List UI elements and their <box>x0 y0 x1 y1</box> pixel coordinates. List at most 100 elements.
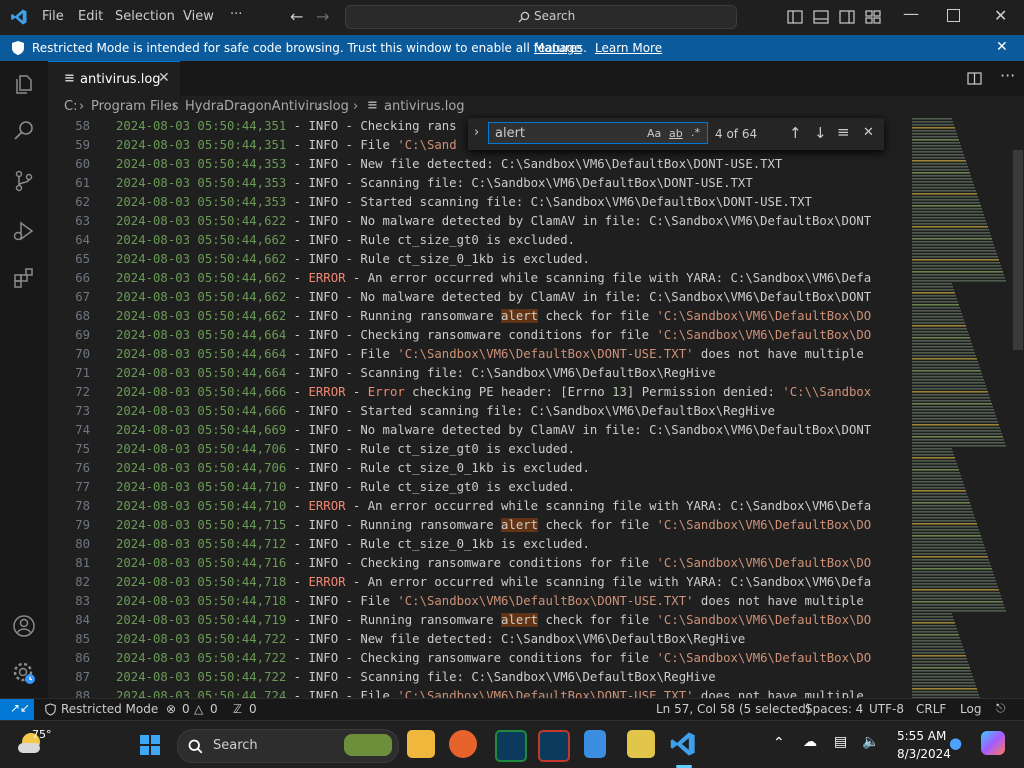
learn-more-link[interactable]: Learn More <box>595 41 662 55</box>
next-match-arrow-icon[interactable]: ↓ <box>814 124 827 142</box>
windows-start-icon[interactable] <box>139 734 161 756</box>
clock-date[interactable]: 8/3/2024 <box>897 747 951 761</box>
line-number: 71 <box>75 366 90 380</box>
breadcrumb-drive[interactable]: C: <box>64 99 77 114</box>
language-mode[interactable]: Log <box>960 702 981 716</box>
close-tab-icon[interactable]: ✕ <box>158 70 170 86</box>
notification-bell-icon[interactable]: ● <box>949 734 962 752</box>
find-query: alert <box>495 126 526 141</box>
search-sidebar-icon[interactable] <box>12 119 36 143</box>
breadcrumb-file[interactable]: antivirus.log <box>384 99 465 114</box>
code-line: 82 2024-08-03 05:50:44,718 - ERROR - An e… <box>48 573 908 592</box>
notepad-plus-icon[interactable] <box>627 730 655 758</box>
close-window-icon[interactable]: ✕ <box>994 6 1007 25</box>
restricted-mode-banner: Restricted Mode is intended for safe cod… <box>0 35 1024 61</box>
source-control-icon[interactable] <box>12 169 36 193</box>
restricted-mode-status[interactable]: Restricted Mode <box>61 702 158 716</box>
hydradragon-app-2-icon[interactable] <box>538 730 570 762</box>
hydradragon-app-icon[interactable] <box>495 730 527 762</box>
manage-gear-icon[interactable] <box>12 661 36 685</box>
line-text: 2024-08-03 05:50:44,664 - INFO - Scannin… <box>116 366 716 380</box>
split-editor-icon[interactable] <box>967 72 982 85</box>
close-find-icon[interactable]: ✕ <box>863 125 874 140</box>
explorer-icon[interactable] <box>12 73 36 97</box>
accounts-icon[interactable] <box>12 614 36 638</box>
code-line: 75 2024-08-03 05:50:44,706 - INFO - Rule … <box>48 440 908 459</box>
line-text: 2024-08-03 05:50:44,666 - ERROR - Error … <box>116 385 872 399</box>
match-case-toggle[interactable]: Aa <box>647 127 661 140</box>
find-in-selection-icon[interactable]: ≡ <box>837 123 850 141</box>
menu-view[interactable]: View <box>183 9 214 24</box>
back-arrow-icon[interactable]: ← <box>290 7 303 26</box>
clock-time[interactable]: 5:55 AM <box>897 729 946 743</box>
minimap[interactable] <box>908 118 1012 698</box>
maximize-icon[interactable] <box>947 9 960 22</box>
line-text: 2024-08-03 05:50:44,715 - INFO - Running… <box>116 518 872 532</box>
forward-arrow-icon[interactable]: → <box>316 7 329 26</box>
line-ending[interactable]: CRLF <box>916 702 946 716</box>
line-number: 79 <box>75 518 90 532</box>
toggle-secondary-sidebar-icon[interactable] <box>839 10 855 24</box>
warning-count[interactable]: 0 <box>210 702 218 716</box>
remote-indicator[interactable]: ↗↙ <box>0 699 34 720</box>
vertical-scrollbar[interactable] <box>1012 118 1024 698</box>
minimize-icon[interactable]: — <box>903 4 919 23</box>
notifications-bell-icon[interactable]: ⎋ <box>996 701 1006 716</box>
firefox-icon[interactable] <box>449 730 477 758</box>
vscode-taskbar-icon[interactable] <box>669 730 697 758</box>
code-line: 65 2024-08-03 05:50:44,662 - INFO - Rule … <box>48 250 908 269</box>
line-number: 68 <box>75 309 90 323</box>
encoding[interactable]: UTF-8 <box>869 702 904 716</box>
previous-match-arrow-icon[interactable]: ↑ <box>789 124 802 142</box>
find-input[interactable]: alert Aa ab .* <box>488 122 708 144</box>
cloud-sync-icon[interactable]: ☁ <box>803 734 817 750</box>
extensions-icon[interactable] <box>12 266 36 290</box>
line-number: 76 <box>75 461 90 475</box>
tab-antivirus-log[interactable]: ≡ antivirus.log ✕ <box>48 61 180 96</box>
chevron-right-icon: › <box>79 99 85 114</box>
line-text: 2024-08-03 05:50:44,664 - INFO - Checkin… <box>116 328 872 342</box>
manage-link[interactable]: Manage <box>534 41 582 55</box>
breadcrumb-program-files[interactable]: Program Files <box>91 99 179 114</box>
find-widget: › alert Aa ab .* 4 of 64 ↑ ↓ ≡ ✕ <box>468 118 884 150</box>
cursor-position[interactable]: Ln 57, Col 58 (5 selected) <box>656 702 810 716</box>
line-text: 2024-08-03 05:50:44,712 - INFO - Rule ct… <box>116 537 590 551</box>
editor-text-area[interactable]: 58 2024-08-03 05:50:44,351 - INFO - Check… <box>48 118 908 698</box>
regex-toggle[interactable]: .* <box>691 126 700 139</box>
line-number: 74 <box>75 423 90 437</box>
volume-icon[interactable]: 🔈 <box>862 734 879 750</box>
menu-file[interactable]: File <box>42 9 64 24</box>
error-count[interactable]: 0 <box>182 702 190 716</box>
show-hidden-icons-chevron-icon[interactable]: ⌃ <box>773 735 785 751</box>
code-line: 80 2024-08-03 05:50:44,712 - INFO - Rule … <box>48 535 908 554</box>
toggle-replace-chevron-icon[interactable]: › <box>474 125 479 140</box>
breadcrumb-hydradragon[interactable]: HydraDragonAntivirus <box>185 99 329 114</box>
code-line: 61 2024-08-03 05:50:44,353 - INFO - Scann… <box>48 174 908 193</box>
breadcrumb-log[interactable]: log <box>329 99 349 114</box>
scrollbar-thumb[interactable] <box>1013 150 1023 350</box>
copilot-icon[interactable] <box>981 731 1005 755</box>
notepad-icon[interactable] <box>584 730 606 758</box>
command-center-search[interactable]: Search <box>345 5 737 29</box>
indentation[interactable]: Spaces: 4 <box>805 702 863 716</box>
title-bar: File Edit Selection View ··· ← → Search … <box>0 0 1024 35</box>
run-debug-icon[interactable] <box>12 219 36 243</box>
toggle-panel-icon[interactable] <box>813 10 829 24</box>
network-icon[interactable]: ▤ <box>834 734 847 750</box>
code-line: 78 2024-08-03 05:50:44,710 - ERROR - An e… <box>48 497 908 516</box>
file-explorer-icon[interactable] <box>407 730 435 758</box>
menu-more[interactable]: ··· <box>230 7 242 22</box>
menu-selection[interactable]: Selection <box>115 9 175 24</box>
customize-layout-icon[interactable] <box>865 10 881 24</box>
tab-title: antivirus.log <box>80 72 161 87</box>
menu-edit[interactable]: Edit <box>78 9 103 24</box>
weather-temp[interactable]: 75° <box>32 728 52 741</box>
toggle-primary-sidebar-icon[interactable] <box>787 10 803 24</box>
taskbar-search-box[interactable]: Search <box>177 729 399 763</box>
close-banner-icon[interactable]: ✕ <box>996 39 1008 55</box>
whole-word-toggle[interactable]: ab <box>669 127 683 140</box>
ports-count[interactable]: 0 <box>249 702 257 716</box>
more-actions-icon[interactable]: ··· <box>1000 66 1015 85</box>
vscode-logo-icon[interactable] <box>10 8 28 26</box>
line-text: 2024-08-03 05:50:44,710 - ERROR - An err… <box>116 499 872 513</box>
